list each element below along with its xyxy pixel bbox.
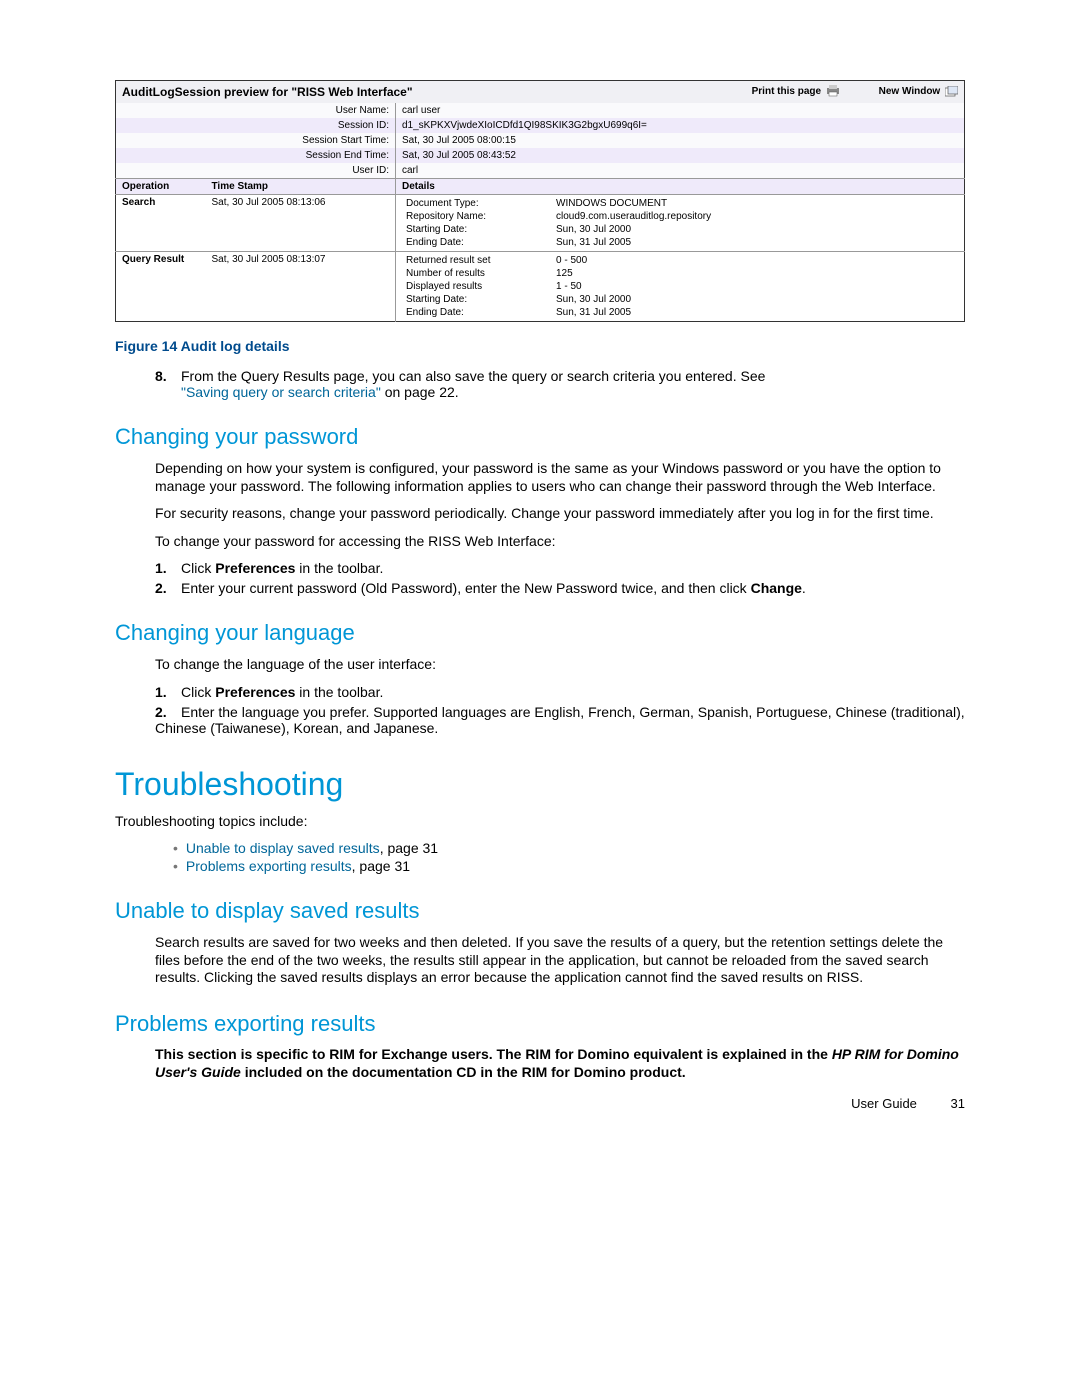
heading-troubleshooting: Troubleshooting — [115, 766, 965, 803]
details-sub-table: Returned result set0 - 500 Number of res… — [402, 254, 958, 319]
step-8: 8.From the Query Results page, you can a… — [155, 368, 965, 400]
meta-label: User Name: — [116, 103, 396, 118]
page-footer: User Guide 31 — [851, 1096, 965, 1111]
body-text: Depending on how your system is configur… — [155, 460, 965, 495]
step-1: 1.Click Preferences in the toolbar. — [155, 560, 965, 576]
col-timestamp: Time Stamp — [206, 179, 396, 195]
list-item: •Problems exporting results, page 31 — [173, 858, 965, 874]
meta-value: d1_sKPKXVjwdeXIoICDfd1QI98SKIK3G2bgxU699… — [396, 118, 965, 133]
step-2: 2.Enter the language you prefer. Support… — [155, 704, 965, 736]
meta-value: Sat, 30 Jul 2005 08:43:52 — [396, 148, 965, 163]
col-details: Details — [396, 179, 965, 195]
ts-value: Sat, 30 Jul 2005 08:13:06 — [206, 195, 396, 252]
body-text: To change the language of the user inter… — [155, 656, 965, 674]
note-text: This section is specific to RIM for Exch… — [155, 1045, 965, 1081]
ts-value: Sat, 30 Jul 2005 08:13:07 — [206, 252, 396, 322]
heading-changing-language: Changing your language — [115, 620, 965, 646]
meta-label: Session ID: — [116, 118, 396, 133]
print-this-page-link[interactable]: Print this page — [734, 86, 843, 97]
new-window-link[interactable]: New Window — [861, 86, 958, 97]
meta-label: User ID: — [116, 163, 396, 179]
step-2: 2.Enter your current password (Old Passw… — [155, 580, 965, 596]
new-window-icon — [945, 86, 958, 97]
figure-caption: Figure 14 Audit log details — [115, 338, 965, 354]
table-row: Query Result Sat, 30 Jul 2005 08:13:07 R… — [116, 252, 965, 322]
heading-changing-password: Changing your password — [115, 424, 965, 450]
op-value: Query Result — [116, 252, 206, 322]
link-problems-exporting[interactable]: Problems exporting results — [186, 858, 352, 874]
meta-value: Sat, 30 Jul 2005 08:00:15 — [396, 133, 965, 148]
meta-value: carl user — [396, 103, 965, 118]
heading-unable-to-display: Unable to display saved results — [115, 898, 965, 924]
saving-query-link[interactable]: "Saving query or search criteria" — [181, 384, 381, 400]
body-text: For security reasons, change your passwo… — [155, 505, 965, 523]
footer-label: User Guide — [851, 1096, 917, 1111]
meta-label: Session Start Time: — [116, 133, 396, 148]
meta-label: Session End Time: — [116, 148, 396, 163]
body-text: To change your password for accessing th… — [155, 533, 965, 551]
details-sub-table: Document Type:WINDOWS DOCUMENT Repositor… — [402, 197, 958, 249]
printer-icon — [826, 85, 840, 97]
body-text: Troubleshooting topics include: — [115, 813, 965, 831]
table-row: Search Sat, 30 Jul 2005 08:13:06 Documen… — [116, 195, 965, 252]
audit-log-screenshot: AuditLogSession preview for "RISS Web In… — [115, 80, 965, 322]
link-unable-to-display[interactable]: Unable to display saved results — [186, 840, 380, 856]
heading-problems-exporting: Problems exporting results — [115, 1011, 965, 1037]
body-text: Search results are saved for two weeks a… — [155, 934, 965, 987]
op-value: Search — [116, 195, 206, 252]
meta-value: carl — [396, 163, 965, 179]
step-1: 1.Click Preferences in the toolbar. — [155, 684, 965, 700]
preview-title: AuditLogSession preview for "RISS Web In… — [122, 85, 413, 99]
col-operation: Operation — [116, 179, 206, 195]
page-number: 31 — [951, 1096, 965, 1111]
list-item: •Unable to display saved results, page 3… — [173, 840, 965, 856]
